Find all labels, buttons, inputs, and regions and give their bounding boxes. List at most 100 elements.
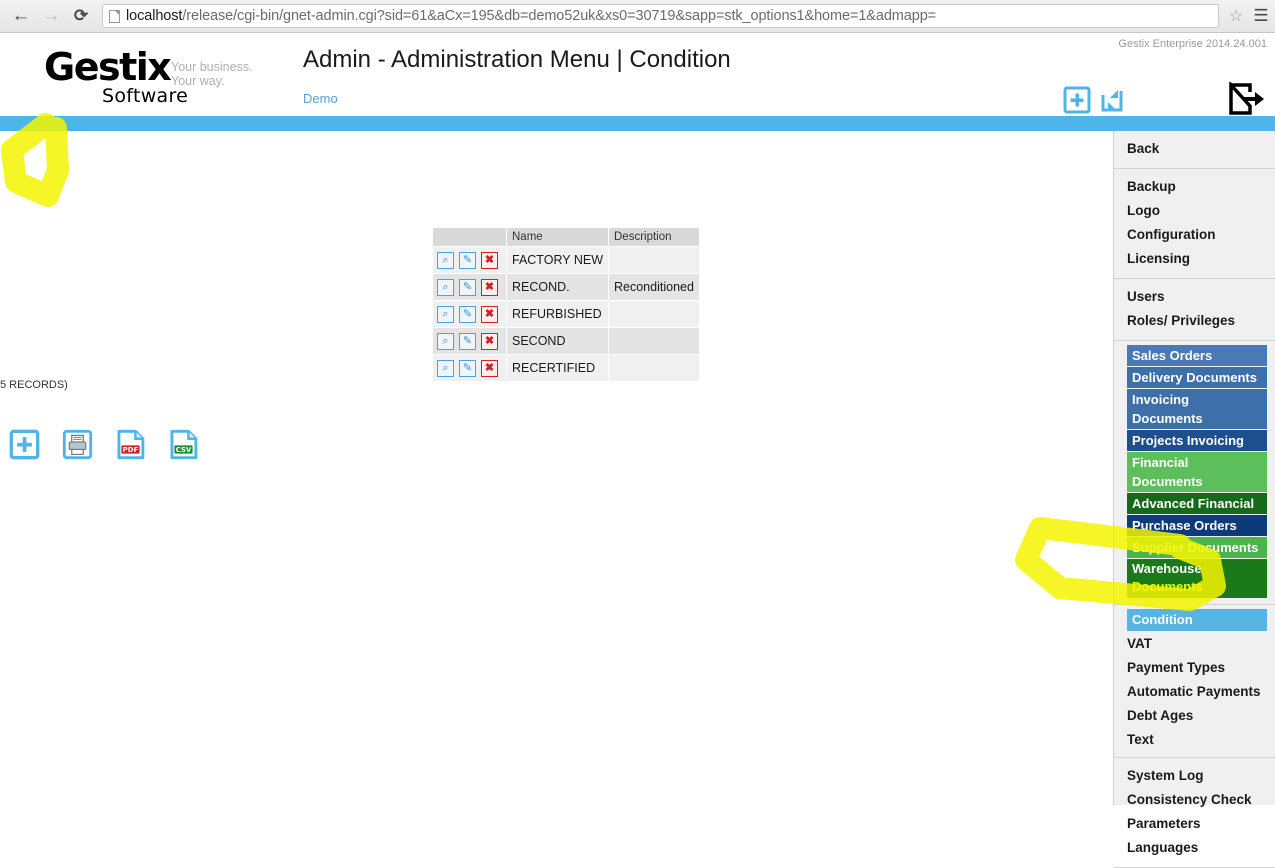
edit-pencil-icon[interactable]: ✎ <box>459 359 476 377</box>
printer-icon <box>62 429 93 460</box>
view-magnifier-icon[interactable]: ⌕ <box>437 359 454 377</box>
browser-toolbar: ← → ⟳ localhost/release/cgi-bin/gnet-adm… <box>0 0 1275 33</box>
sidebar-group-users: Users Roles/ Privileges <box>1114 279 1275 341</box>
table-row[interactable]: ⌕ ✎ ✖ REFURBISHED <box>432 300 700 328</box>
sidebar-item-debt-ages[interactable]: Debt Ages <box>1114 704 1275 728</box>
column-header-name: Name <box>506 227 609 247</box>
svg-text:PDF: PDF <box>123 445 139 454</box>
sidebar-item-sales-orders[interactable]: Sales Orders <box>1127 345 1267 366</box>
new-plus-icon <box>9 429 40 460</box>
footer-pdf-button[interactable]: PDF <box>114 428 147 466</box>
cell-description <box>608 300 700 328</box>
tagline-line-1: Your business. <box>171 60 253 74</box>
view-magnifier-icon[interactable]: ⌕ <box>437 278 454 296</box>
sidebar-group-back: Back <box>1114 131 1275 169</box>
delete-x-icon[interactable]: ✖ <box>481 278 498 296</box>
hamburger-menu-icon[interactable]: ☰ <box>1247 6 1275 26</box>
edit-pencil-icon[interactable]: ✎ <box>459 305 476 323</box>
sidebar-item-payment-types[interactable]: Payment Types <box>1114 656 1275 680</box>
table-row[interactable]: ⌕ ✎ ✖ SECOND <box>432 327 700 355</box>
sidebar-item-languages[interactable]: Languages <box>1114 836 1275 860</box>
logout-icon[interactable] <box>1228 80 1266 116</box>
tagline-line-2: Your way. <box>171 74 225 88</box>
sidebar-item-warehouse-documents[interactable]: Warehouse Documents <box>1127 559 1267 598</box>
logo-brand-sub: Software <box>102 85 189 107</box>
cell-name: REFURBISHED <box>506 300 609 328</box>
pdf-file-icon: PDF <box>117 429 145 460</box>
table-row[interactable]: ⌕ ✎ ✖ FACTORY NEW <box>432 246 700 274</box>
add-plus-icon[interactable] <box>1063 86 1091 114</box>
footer-csv-button[interactable]: CSV <box>167 428 200 466</box>
reload-icon[interactable]: ⟳ <box>66 1 96 31</box>
delete-x-icon[interactable]: ✖ <box>481 251 498 269</box>
address-bar[interactable]: localhost/release/cgi-bin/gnet-admin.cgi… <box>102 4 1219 28</box>
edit-pencil-icon[interactable]: ✎ <box>459 278 476 296</box>
conditions-table: Name Description ⌕ ✎ ✖ FACTORY NEW ⌕ ✎ ✖… <box>432 227 700 382</box>
header-accent-band <box>0 116 1275 131</box>
footer-new-button[interactable] <box>8 428 41 466</box>
sidebar-item-delivery-documents[interactable]: Delivery Documents <box>1127 367 1267 388</box>
forward-icon[interactable]: → <box>36 1 66 31</box>
sidebar-item-text[interactable]: Text <box>1114 728 1275 752</box>
column-header-description: Description <box>608 227 700 247</box>
sidebar-item-condition[interactable]: Condition <box>1127 609 1267 631</box>
sidebar-item-logo[interactable]: Logo <box>1114 199 1275 223</box>
url-text: localhost/release/cgi-bin/gnet-admin.cgi… <box>126 8 936 24</box>
delete-x-icon[interactable]: ✖ <box>481 359 498 377</box>
row-actions: ⌕ ✎ ✖ <box>432 246 507 274</box>
footer-action-toolbar: PDF CSV <box>8 428 200 466</box>
page-document-icon <box>109 9 120 23</box>
sidebar-item-parameters[interactable]: Parameters <box>1114 812 1275 836</box>
cell-description <box>608 246 700 274</box>
table-row[interactable]: ⌕ ✎ ✖ RECOND. Reconditioned <box>432 273 700 301</box>
sidebar-item-purchase-orders[interactable]: Purchase Orders <box>1127 515 1267 536</box>
column-header-actions <box>432 227 507 247</box>
sidebar-item-system-log[interactable]: System Log <box>1114 764 1275 788</box>
sidebar-group-settings: Condition VAT Payment Types Automatic Pa… <box>1114 605 1275 758</box>
sidebar-item-roles-privileges[interactable]: Roles/ Privileges <box>1114 309 1275 333</box>
view-magnifier-icon[interactable]: ⌕ <box>437 251 454 269</box>
csv-file-icon: CSV <box>170 429 198 460</box>
cell-description <box>608 327 700 355</box>
cell-name: SECOND <box>506 327 609 355</box>
logo-tagline: Your business. Your way. <box>171 60 253 88</box>
delete-x-icon[interactable]: ✖ <box>481 305 498 323</box>
sidebar-item-licensing[interactable]: Licensing <box>1114 247 1275 271</box>
sidebar-item-supplier-documents[interactable]: Supplier Documents <box>1127 537 1267 558</box>
sidebar-item-financial-documents[interactable]: Financial Documents <box>1127 452 1267 492</box>
refresh-sync-icon[interactable] <box>1099 86 1127 114</box>
version-label: Gestix Enterprise 2014.24.001 <box>1118 38 1267 50</box>
sidebar-group-documents: Sales Orders Delivery Documents Invoicin… <box>1114 341 1275 605</box>
cell-name: FACTORY NEW <box>506 246 609 274</box>
cell-name: RECERTIFIED <box>506 354 609 382</box>
view-magnifier-icon[interactable]: ⌕ <box>437 332 454 350</box>
view-magnifier-icon[interactable]: ⌕ <box>437 305 454 323</box>
sidebar-item-users[interactable]: Users <box>1114 285 1275 309</box>
delete-x-icon[interactable]: ✖ <box>481 332 498 350</box>
sidebar-item-back[interactable]: Back <box>1114 137 1275 161</box>
sidebar-item-configuration[interactable]: Configuration <box>1114 223 1275 247</box>
cell-description <box>608 354 700 382</box>
bookmark-star-icon[interactable]: ☆ <box>1225 6 1247 26</box>
gestix-logo[interactable]: Gestix Software Your business. Your way. <box>44 48 274 106</box>
footer-print-button[interactable] <box>61 428 94 466</box>
row-actions: ⌕ ✎ ✖ <box>432 300 507 328</box>
table-row[interactable]: ⌕ ✎ ✖ RECERTIFIED <box>432 354 700 382</box>
sidebar-item-invoicing-documents[interactable]: Invoicing Documents <box>1127 389 1267 429</box>
sidebar-group-system: System Log Consistency Check Parameters … <box>1114 758 1275 868</box>
edit-pencil-icon[interactable]: ✎ <box>459 251 476 269</box>
row-actions: ⌕ ✎ ✖ <box>432 354 507 382</box>
header-action-icons <box>1063 86 1127 114</box>
sidebar-item-backup[interactable]: Backup <box>1114 175 1275 199</box>
sidebar-item-projects-invoicing[interactable]: Projects Invoicing <box>1127 430 1267 451</box>
row-actions: ⌕ ✎ ✖ <box>432 327 507 355</box>
sidebar-item-vat[interactable]: VAT <box>1114 632 1275 656</box>
sidebar-item-consistency-check[interactable]: Consistency Check <box>1114 788 1275 812</box>
back-icon[interactable]: ← <box>6 1 36 31</box>
edit-pencil-icon[interactable]: ✎ <box>459 332 476 350</box>
sidebar-group-admin: Backup Logo Configuration Licensing <box>1114 169 1275 279</box>
url-host: localhost <box>126 8 183 24</box>
sidebar-item-advanced-financial[interactable]: Advanced Financial <box>1127 493 1267 514</box>
sidebar-item-automatic-payments[interactable]: Automatic Payments <box>1114 680 1275 704</box>
company-link[interactable]: Demo <box>303 91 338 106</box>
